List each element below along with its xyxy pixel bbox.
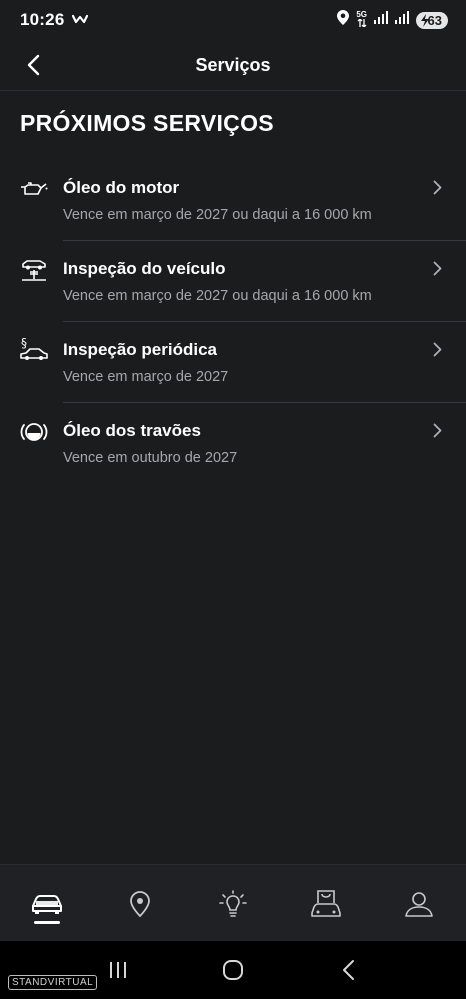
brake-fluid-icon [19,417,49,447]
service-name: Óleo do motor [63,178,180,197]
service-due: Vence em março de 2027 ou daqui a 16 000… [63,288,372,304]
nav-tab-profile[interactable] [373,865,466,942]
service-name: Óleo dos travões [63,421,201,440]
nav-tab-tips[interactable] [186,865,279,942]
service-text: Óleo do motor Vence em março de 2027 ou … [63,178,426,224]
charging-icon [421,13,429,27]
service-item-periodic-inspection[interactable]: § Inspeção periódica Vence em março de 2… [0,322,466,403]
service-list: Óleo do motor Vence em março de 2027 ou … [0,160,466,484]
status-bar: 10:26 5G 63 [0,0,466,40]
service-text: Inspeção do veículo Vence em março de 20… [63,259,426,305]
back-arrow-icon [27,54,40,76]
network-type: 5G [356,11,367,29]
service-item-brake-fluid[interactable]: Óleo dos travões Vence em outubro de 202… [0,403,466,484]
location-pin-icon [129,890,150,917]
recent-apps-button[interactable] [98,950,138,990]
service-due: Vence em março de 2027 [63,369,229,385]
shop-bag-car-icon [311,889,342,917]
battery-indicator: 63 [416,11,448,29]
bottom-nav [0,864,466,942]
chevron-right-icon [433,342,442,362]
signal-icon [374,11,388,29]
home-icon [222,960,243,980]
service-item-vehicle-inspection[interactable]: Inspeção do veículo Vence em março de 20… [0,241,466,322]
car-icon [31,894,62,914]
notification-icon [72,11,89,29]
nav-tab-vehicle[interactable] [0,865,93,942]
service-item-engine-oil[interactable]: Óleo do motor Vence em março de 2027 ou … [0,160,466,241]
status-left: 10:26 [20,10,89,30]
chevron-right-icon [433,261,442,281]
app-screen: 10:26 5G 63 Serviços PRÓXIMOS SERVIÇOS Ó… [0,0,466,999]
data-arrows-icon [357,18,367,28]
nav-tab-shop[interactable] [280,865,373,942]
chevron-right-icon [433,180,442,200]
back-button[interactable] [18,50,48,80]
status-right: 5G 63 [337,10,448,30]
recent-apps-icon [109,962,126,978]
home-button[interactable] [213,950,253,990]
status-time: 10:26 [20,10,65,29]
section-title: PRÓXIMOS SERVIÇOS [20,110,274,136]
service-due: Vence em março de 2027 ou daqui a 16 000… [63,207,372,223]
svg-text:§: § [21,336,27,350]
engine-oil-icon [19,174,49,204]
lightbulb-icon [219,889,247,917]
watermark-logo: STANDVIRTUAL [8,975,98,990]
system-nav-bar [0,941,466,999]
network-type-label: 5G [356,10,367,19]
signal-icon-2 [395,11,409,29]
legal-inspection-icon: § [19,336,49,366]
vehicle-lift-icon [19,255,49,285]
profile-icon [405,891,434,917]
page-title: Serviços [195,54,271,75]
active-tab-indicator [33,921,60,924]
service-name: Inspeção periódica [63,340,217,359]
service-text: Óleo dos travões Vence em outubro de 202… [63,421,426,467]
chevron-right-icon [433,423,442,443]
service-text: Inspeção periódica Vence em março de 202… [63,340,426,386]
nav-tab-map[interactable] [93,865,186,942]
service-due: Vence em outubro de 2027 [63,450,238,466]
service-name: Inspeção do veículo [63,259,226,278]
system-back-icon [343,960,355,980]
app-header: Serviços [0,40,466,91]
system-back-button[interactable] [328,950,368,990]
location-icon [337,10,350,30]
